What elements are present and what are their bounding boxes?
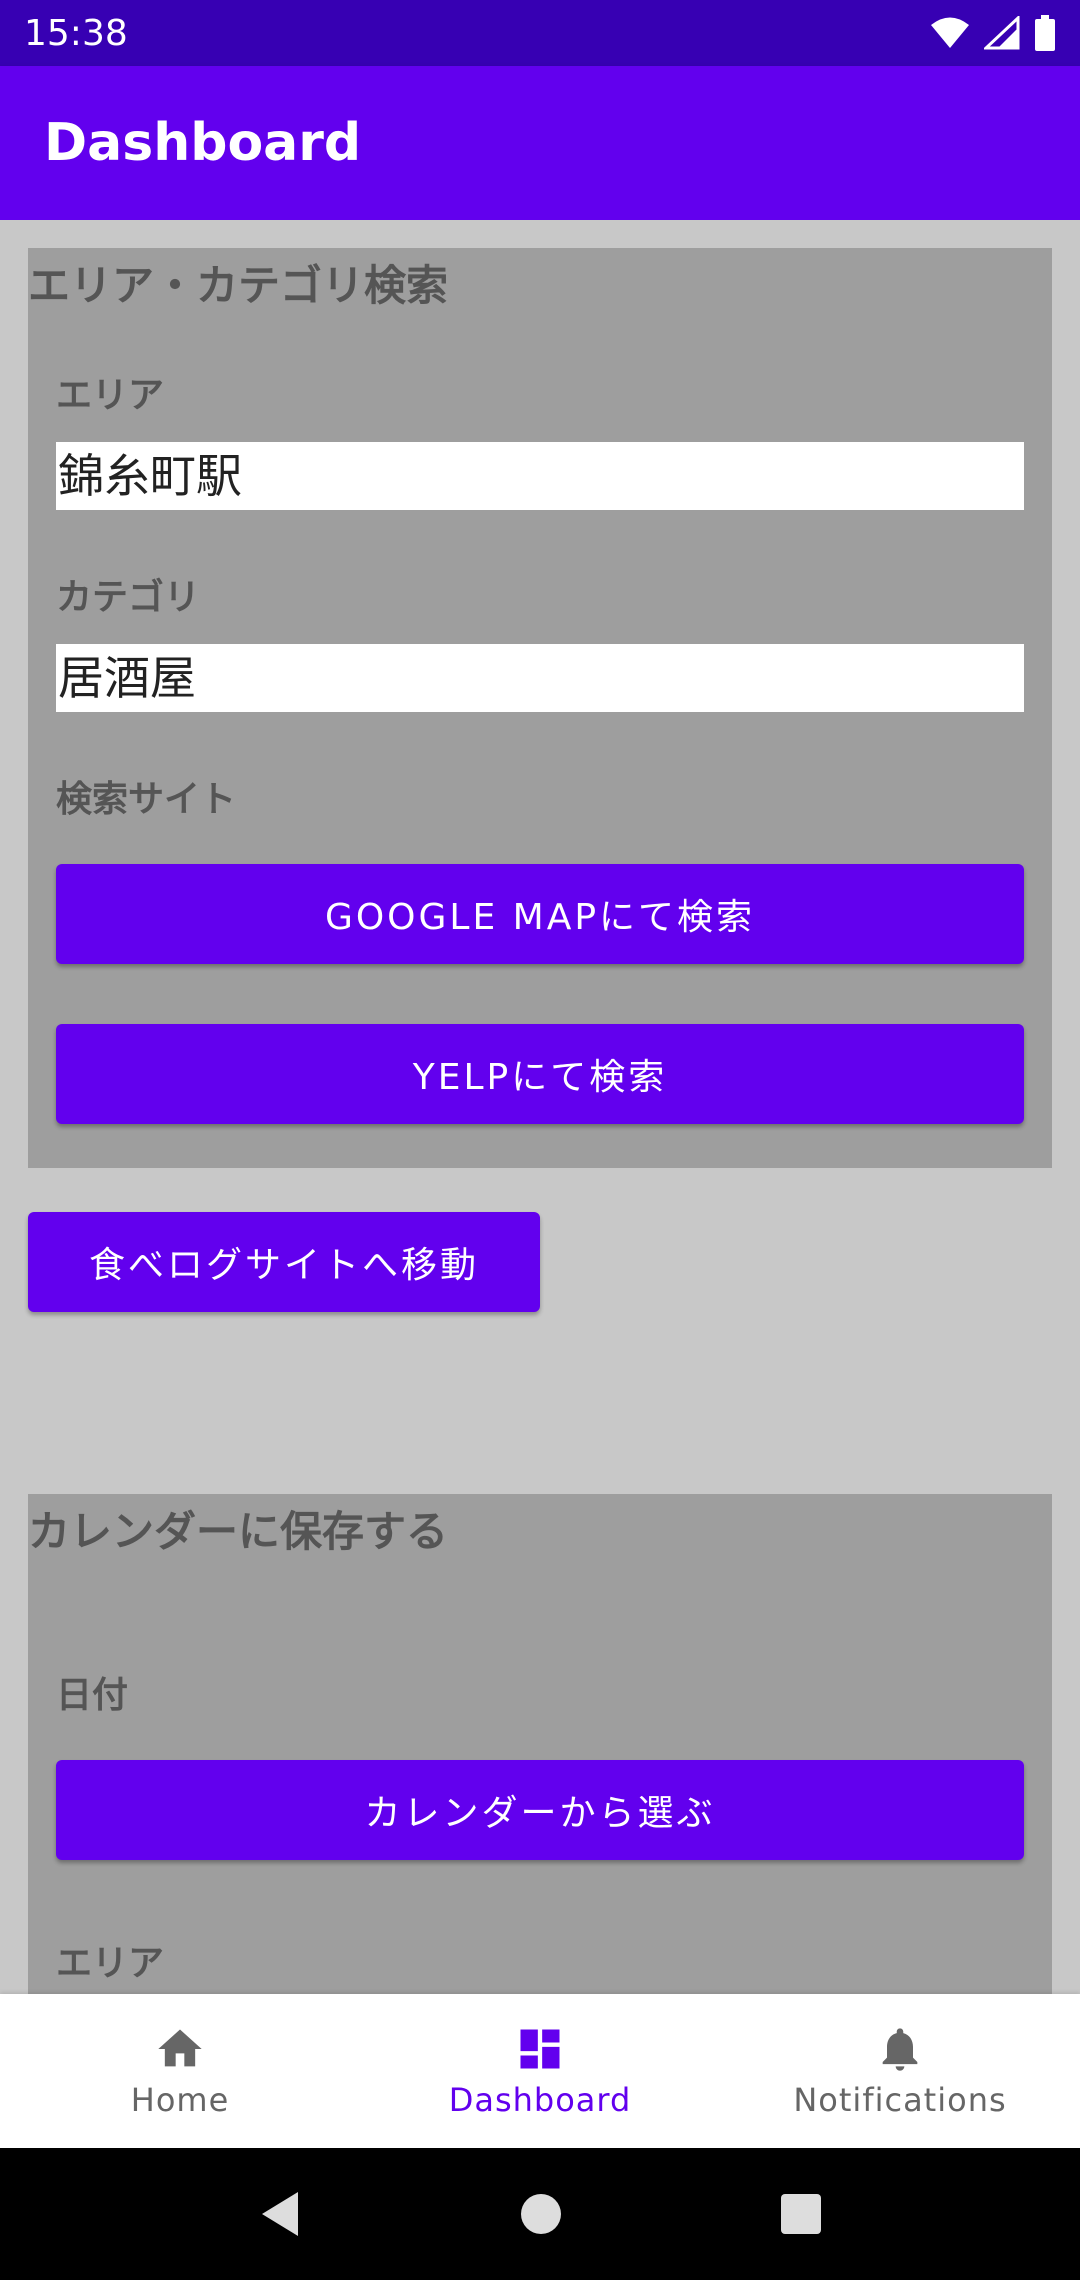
- nav-item-dashboard[interactable]: Dashboard: [360, 1994, 720, 2148]
- nav-label-home: Home: [130, 2081, 230, 2119]
- home-icon: [158, 2029, 202, 2067]
- calendar-area-label: エリア: [56, 1943, 165, 1984]
- calendar-panel: カレンダーに保存する 日付 カレンダーから選ぶ エリア: [28, 1494, 1052, 1994]
- area-input[interactable]: [56, 442, 1024, 510]
- area-label: エリア: [56, 375, 165, 416]
- dashboard-icon: [520, 2029, 560, 2069]
- google-map-search-button[interactable]: GOOGLE MAPにて検索: [56, 864, 1024, 964]
- page-title: Dashboard: [44, 113, 362, 173]
- search-site-label: 検索サイト: [56, 779, 237, 820]
- status-icons: [930, 15, 1056, 51]
- nav-label-dashboard: Dashboard: [448, 2081, 632, 2119]
- home-circle-icon[interactable]: [519, 2192, 563, 2236]
- calendar-panel-title: カレンダーに保存する: [28, 1507, 449, 1556]
- battery-icon: [1035, 15, 1055, 51]
- yelp-search-button[interactable]: YELPにて検索: [56, 1024, 1024, 1124]
- recents-icon[interactable]: [780, 2193, 822, 2235]
- nav-label-notifications: Notifications: [793, 2081, 1007, 2119]
- search-panel-title: エリア・カテゴリ検索: [28, 261, 449, 310]
- search-panel: エリア・カテゴリ検索 エリア カテゴリ 検索サイト GOOGLE MAPにて検索…: [28, 248, 1052, 1168]
- calendar-pick-button[interactable]: カレンダーから選ぶ: [56, 1760, 1024, 1860]
- nav-item-notifications[interactable]: Notifications: [720, 1994, 1080, 2148]
- tabelog-site-button[interactable]: 食べログサイトへ移動: [28, 1212, 540, 1312]
- nav-item-home[interactable]: Home: [0, 1994, 360, 2148]
- date-label: 日付: [56, 1675, 129, 1716]
- cell-signal-icon: [984, 16, 1020, 50]
- category-label: カテゴリ: [56, 577, 201, 618]
- system-navigation-bar: [0, 2148, 1080, 2280]
- back-icon[interactable]: [258, 2190, 302, 2238]
- wifi-icon: [931, 17, 969, 48]
- dashboard-content[interactable]: エリア・カテゴリ検索 エリア カテゴリ 検索サイト GOOGLE MAPにて検索…: [0, 220, 1080, 1994]
- bell-icon: [882, 2028, 918, 2071]
- bottom-navigation: Home Dashboard Notifications: [0, 1994, 1080, 2148]
- app-bar: Dashboard: [0, 66, 1080, 220]
- status-time: 15:38: [24, 12, 128, 54]
- category-input[interactable]: [56, 644, 1024, 712]
- status-bar: 15:38: [0, 0, 1080, 66]
